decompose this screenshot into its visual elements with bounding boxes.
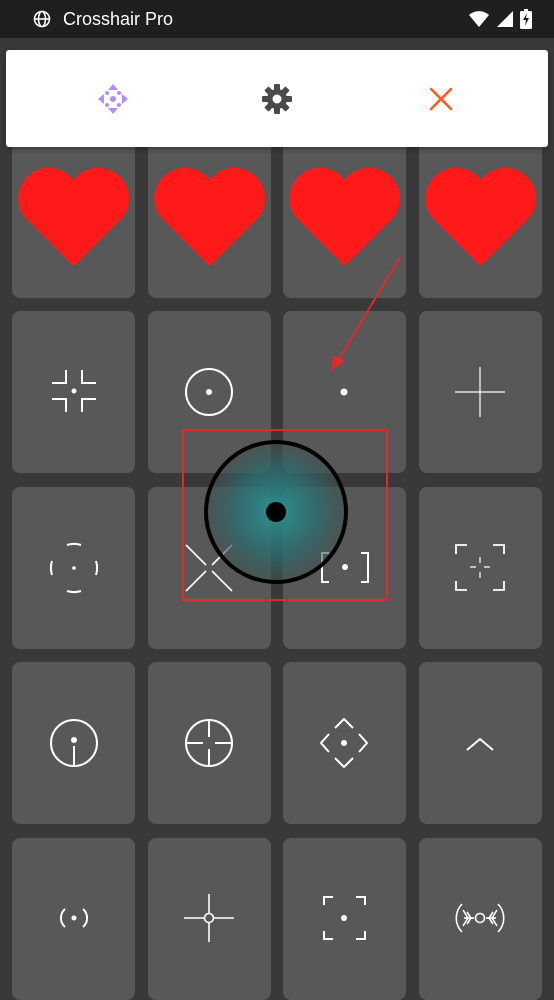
- crosshair-chevron-up-icon: [466, 737, 494, 751]
- crosshair-dot-icon: [340, 388, 348, 396]
- crosshair-tile[interactable]: [283, 838, 406, 1000]
- cell-signal-icon: [497, 11, 513, 27]
- heart-icon[interactable]: [283, 136, 406, 298]
- crosshair-corner-brackets-icon: [52, 370, 96, 412]
- system-icons: [468, 8, 532, 30]
- move-button[interactable]: [86, 72, 140, 126]
- crosshair-brackets-dot-icon: [321, 552, 369, 583]
- floating-toolbar: [6, 50, 548, 147]
- crosshair-tile[interactable]: [12, 838, 135, 1000]
- move-arrows-icon: [98, 84, 128, 114]
- crosshair-circle-dot-line-icon: [50, 719, 98, 767]
- crosshair-ornate-circle-icon: [455, 903, 505, 933]
- app-logo-icon: [33, 10, 51, 28]
- status-bar: Crosshair Pro: [0, 0, 554, 38]
- crosshair-tile[interactable]: [419, 487, 542, 649]
- heart-icon[interactable]: [12, 136, 135, 298]
- crosshair-paren-dot-icon: [59, 908, 89, 928]
- battery-charging-icon: [520, 9, 532, 29]
- crosshair-tile[interactable]: [283, 136, 406, 298]
- close-icon: [429, 87, 453, 111]
- crosshair-square-corners-dot-icon: [323, 896, 366, 940]
- heart-icon[interactable]: [148, 136, 271, 298]
- crosshair-tile[interactable]: [12, 487, 135, 649]
- crosshair-tile[interactable]: [148, 487, 271, 649]
- heart-icon[interactable]: [419, 136, 542, 298]
- crosshair-tile[interactable]: [148, 662, 271, 824]
- crosshair-diamond-arrows-icon: [319, 717, 369, 769]
- crosshair-tile[interactable]: [283, 662, 406, 824]
- crosshair-grid: [0, 0, 554, 1000]
- crosshair-circle-arcs-icon: [49, 542, 99, 594]
- close-button[interactable]: [414, 72, 468, 126]
- gear-icon: [262, 84, 292, 114]
- crosshair-thin-cross-icon: [455, 367, 505, 417]
- crosshair-x-large-icon: [185, 544, 233, 592]
- crosshair-circle-crosshair-icon: [185, 719, 233, 767]
- crosshair-square-corners-cross-icon: [455, 544, 505, 591]
- crosshair-tile[interactable]: [283, 487, 406, 649]
- crosshair-tile[interactable]: [419, 662, 542, 824]
- crosshair-tile[interactable]: [148, 311, 271, 473]
- wifi-icon: [469, 11, 489, 27]
- crosshair-tile[interactable]: [12, 311, 135, 473]
- crosshair-tile[interactable]: [419, 838, 542, 1000]
- crosshair-tile[interactable]: [12, 662, 135, 824]
- crosshair-cross-small-circle-icon: [184, 894, 234, 942]
- crosshair-tile[interactable]: [148, 838, 271, 1000]
- crosshair-tile[interactable]: [419, 136, 542, 298]
- crosshair-circle-dot-icon: [185, 368, 233, 416]
- crosshair-tile[interactable]: [283, 311, 406, 473]
- crosshair-tile[interactable]: [419, 311, 542, 473]
- crosshair-tile[interactable]: [148, 136, 271, 298]
- settings-button[interactable]: [250, 72, 304, 126]
- app-title: Crosshair Pro: [63, 9, 174, 29]
- crosshair-tile[interactable]: [12, 136, 135, 298]
